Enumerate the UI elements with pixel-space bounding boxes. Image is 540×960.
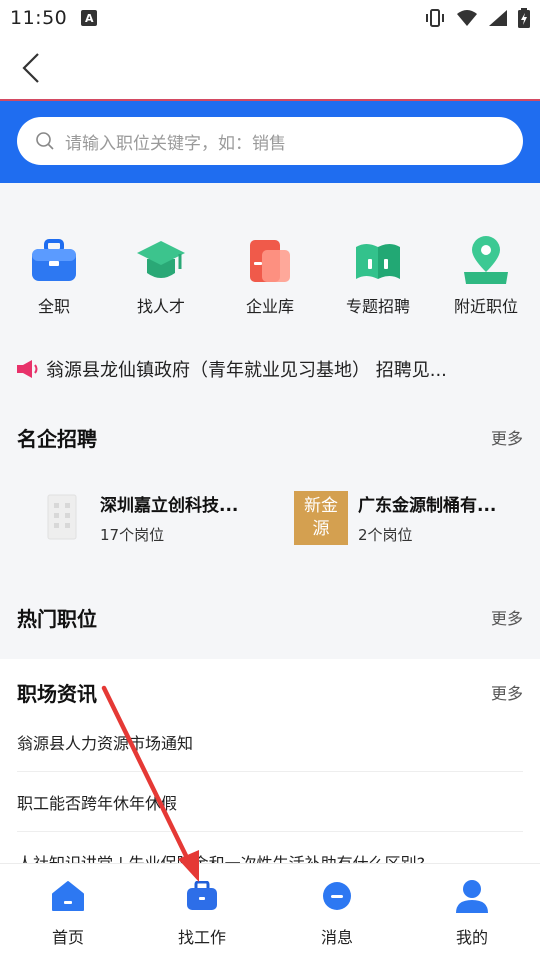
tab-profile[interactable]: 我的 (422, 878, 522, 948)
quick-link-topics[interactable]: 专题招聘 (328, 235, 428, 317)
notice-banner[interactable]: 翁源县龙仙镇政府（青年就业见习基地） 招聘见... (0, 343, 540, 395)
more-link[interactable]: 更多 (491, 680, 523, 704)
company-logo-text: 新金源 (304, 496, 338, 539)
company-logo: 新金源 (294, 491, 348, 545)
search-band: 请输入职位关键字，如：销售 (0, 101, 540, 183)
news-header: 职场资讯 更多 (0, 672, 540, 712)
quick-links: 全职 找人才 企业库 专题招聘 附近职位 (0, 183, 540, 343)
tab-label: 首页 (51, 928, 84, 947)
news-item[interactable]: 职工能否跨年休年休假 (17, 772, 523, 832)
tab-messages[interactable]: 消息 (287, 878, 387, 948)
news-item[interactable]: 翁源县人力资源市场通知 (17, 712, 523, 772)
quick-link-label: 找人才 (136, 297, 185, 316)
section-title: 职场资讯 (17, 681, 97, 706)
job-count: 2个岗位 (358, 526, 413, 544)
wifi-icon (456, 9, 478, 27)
quick-link-label: 专题招聘 (345, 297, 410, 316)
hot-jobs-header: 热门职位 更多 (0, 597, 540, 637)
tab-find-job[interactable]: 找工作 (152, 878, 252, 948)
more-link[interactable]: 更多 (491, 605, 523, 629)
tab-label: 找工作 (177, 928, 226, 947)
news-card: 职场资讯 更多 翁源县人力资源市场通知 职工能否跨年休年休假 人社知识讲堂 | … (0, 659, 540, 864)
quick-link-talent[interactable]: 找人才 (111, 235, 211, 317)
message-icon (319, 878, 355, 914)
search-icon (36, 132, 54, 150)
signal-icon (488, 9, 508, 27)
notification-icon: A (81, 10, 98, 26)
search-placeholder: 请输入职位关键字，如：销售 (65, 133, 286, 154)
news-item[interactable]: 人社知识讲堂 | 失业保险金和一次性生活补助有什么区别? (17, 832, 523, 864)
status-bar: 11:50 A (0, 0, 540, 36)
quick-link-label: 企业库 (245, 297, 294, 316)
more-link[interactable]: 更多 (491, 425, 523, 449)
battery-icon (518, 8, 530, 28)
location-pin-icon (460, 235, 512, 287)
quick-link-label: 附近职位 (453, 297, 518, 316)
notice-text: 翁源县龙仙镇政府（青年就业见习基地） 招聘见... (46, 360, 447, 381)
briefcase-icon (184, 878, 220, 914)
tab-home[interactable]: 首页 (18, 878, 118, 948)
graduation-cap-icon (135, 235, 187, 287)
company-library-icon (244, 235, 296, 287)
section-title: 热门职位 (17, 606, 97, 631)
quick-link-label: 全职 (37, 297, 70, 316)
quick-link-nearby[interactable]: 附近职位 (436, 235, 536, 317)
company-card[interactable]: 新金源 广东金源制桶有... 2个岗位 (294, 488, 496, 548)
megaphone-icon (17, 360, 38, 378)
company-logo-placeholder (36, 491, 90, 545)
vibrate-icon (424, 9, 446, 27)
nav-bar (0, 36, 540, 100)
famous-companies-header: 名企招聘 更多 (0, 417, 540, 457)
quick-link-fulltime[interactable]: 全职 (4, 235, 104, 317)
back-button[interactable] (14, 50, 48, 86)
chevron-left-icon (22, 53, 39, 83)
section-title: 名企招聘 (17, 426, 97, 451)
tab-label: 消息 (320, 928, 353, 947)
company-name: 广东金源制桶有... (358, 496, 497, 516)
job-count: 17个岗位 (100, 526, 165, 544)
quick-link-companies[interactable]: 企业库 (220, 235, 320, 317)
book-icon (352, 235, 404, 287)
status-time: 11:50 (10, 7, 68, 29)
search-input[interactable]: 请输入职位关键字，如：销售 (17, 117, 523, 165)
briefcase-icon (28, 235, 80, 287)
company-name: 深圳嘉立创科技... (100, 496, 239, 516)
bottom-tab-bar: 首页 找工作 消息 我的 (0, 863, 540, 960)
tab-label: 我的 (455, 928, 488, 947)
profile-icon (454, 878, 490, 914)
company-card[interactable]: 深圳嘉立创科技... 17个岗位 (36, 488, 238, 548)
home-icon (50, 878, 86, 914)
